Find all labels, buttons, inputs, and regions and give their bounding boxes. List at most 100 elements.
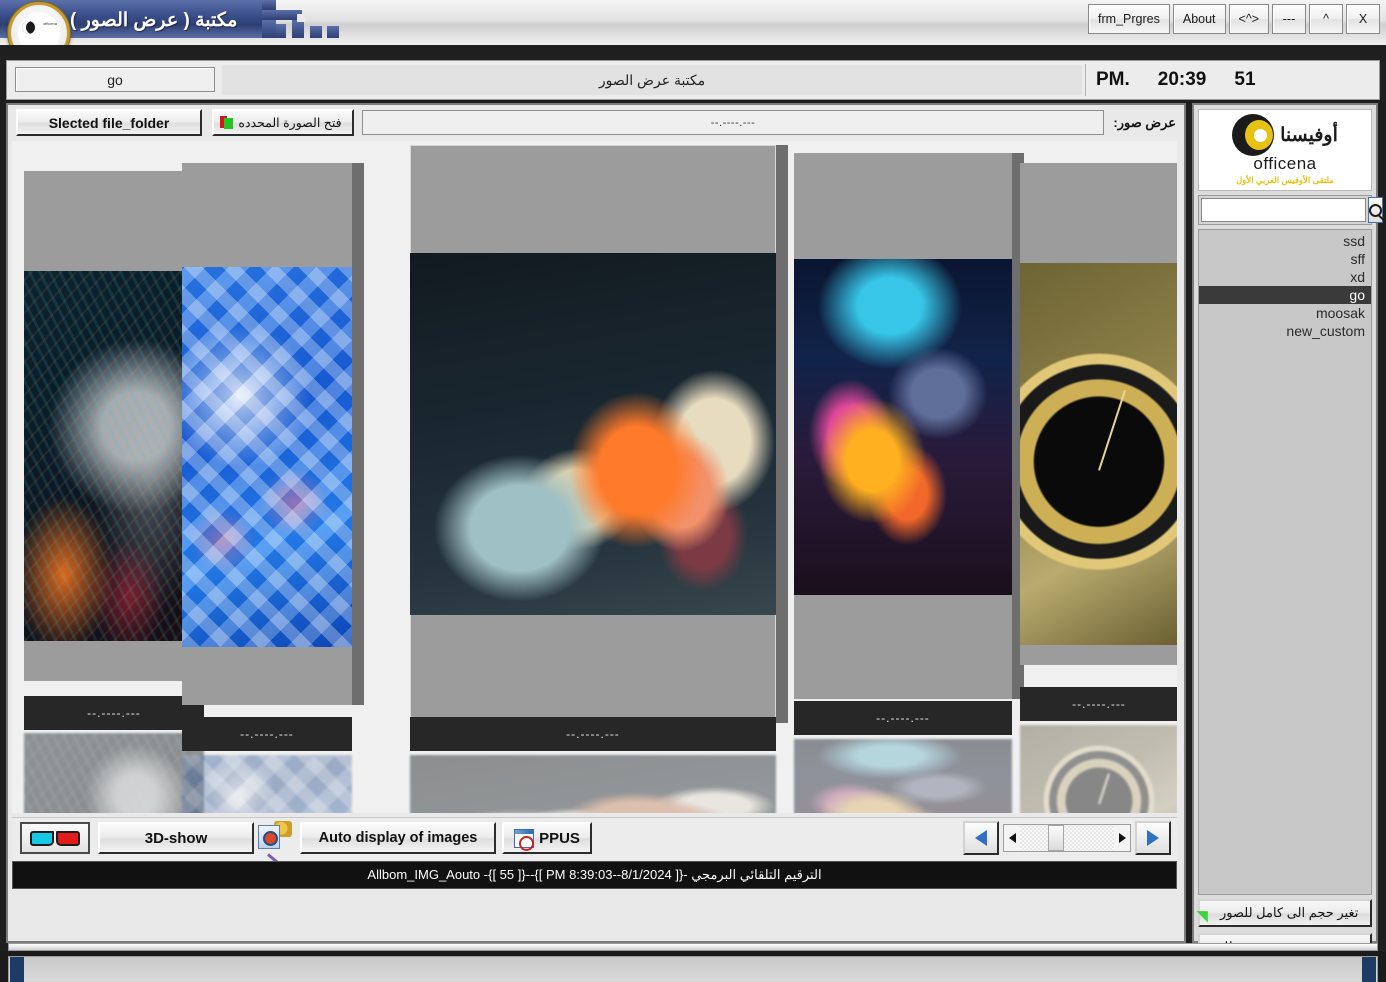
- list-item[interactable]: ssd: [1199, 232, 1371, 250]
- officena-tagline: ملتقى الأوفيس العربي الأول: [1236, 175, 1334, 185]
- close-button[interactable]: X: [1346, 4, 1380, 34]
- scroll-right-icon: [1118, 833, 1126, 843]
- card-reflection: [24, 733, 204, 813]
- sidebar: أوفيسنا officena ملتقى الأوفيس العربي ال…: [1192, 103, 1383, 982]
- clock-seconds: 51: [1234, 69, 1256, 90]
- 3d-glasses-icon[interactable]: [20, 822, 90, 854]
- resize-arrow-icon: [1200, 905, 1216, 921]
- magic-wand-icon[interactable]: [258, 821, 292, 868]
- officena-mark-icon: [1232, 114, 1275, 156]
- logo-row: أوفيسنا: [1232, 114, 1338, 156]
- title-bar-step: [262, 0, 276, 10]
- prev-arrow-icon: [975, 830, 987, 846]
- scroll-track[interactable]: [1020, 825, 1114, 851]
- title-bar-buttons: frm_Prgres About <^> --- ^ X: [1088, 4, 1380, 34]
- thumbnail-image[interactable]: [24, 271, 204, 641]
- next-arrow-icon: [1147, 830, 1159, 846]
- card-shadow: [352, 163, 364, 705]
- prev-button[interactable]: [963, 821, 999, 855]
- clock-time: 20:39: [1157, 69, 1207, 90]
- title-bar: officena مكتبة ( عرض الصور ) frm_Prgres …: [0, 0, 1386, 45]
- folder-list[interactable]: ssd sff xd go moosak new_custom: [1198, 229, 1372, 895]
- bottom-panel: [0, 951, 1386, 982]
- card-caption: --.----.---: [24, 696, 204, 730]
- search-input[interactable]: [1201, 198, 1366, 222]
- toolbar: Slected file_folder فتح الصورة المحدده -…: [12, 109, 1180, 139]
- status-text: الترقيم التلقائي البرمجي -{[ 8/1/2024--8…: [367, 867, 822, 882]
- 3d-show-button[interactable]: 3D-show: [98, 822, 254, 854]
- ppus-button[interactable]: PPUS: [502, 822, 592, 854]
- auto-display-button[interactable]: Auto display of images: [300, 822, 496, 854]
- title-bar-step: [297, 14, 305, 22]
- scroll-left-button[interactable]: [1004, 825, 1020, 851]
- scroll-thumb[interactable]: [1048, 825, 1064, 851]
- title-bar-step: [327, 26, 339, 38]
- restore-button[interactable]: <^>: [1228, 4, 1269, 34]
- card-reflection: [1020, 725, 1177, 813]
- frm-prgres-button[interactable]: frm_Prgres: [1088, 4, 1170, 34]
- list-item-selected[interactable]: go: [1199, 286, 1371, 304]
- thumbnail-image[interactable]: [410, 253, 776, 615]
- lens-right: [56, 830, 80, 846]
- search-bar: [1198, 195, 1383, 225]
- app-logo-inner: officena: [18, 12, 60, 45]
- list-item[interactable]: moosak: [1199, 304, 1371, 322]
- page-title: مكتبة عرض الصور: [222, 65, 1082, 95]
- card-caption: --.----.---: [182, 717, 352, 751]
- scroll-right-button[interactable]: [1114, 825, 1130, 851]
- open-image-label: فتح الصورة المحدده: [238, 116, 342, 130]
- go-display[interactable]: go: [15, 67, 215, 92]
- title-bar-step: [276, 24, 286, 38]
- scroll-left-icon: [1008, 833, 1016, 843]
- folder-open-icon: [220, 115, 234, 130]
- resize-full-button[interactable]: تغير حجم الى كامل للصور: [1198, 899, 1372, 927]
- card-caption: --.----.---: [410, 717, 776, 751]
- header-strip: go مكتبة عرض الصور PM. 20:39 51: [6, 60, 1380, 100]
- officena-english: officena: [1253, 154, 1317, 173]
- ppus-clock-icon: [514, 828, 535, 851]
- title-bar-step: [262, 20, 276, 38]
- card-caption: --.----.---: [794, 701, 1012, 735]
- card-reflection: [794, 739, 1012, 813]
- next-button[interactable]: [1135, 821, 1171, 855]
- status-bar: الترقيم التلقائي البرمجي -{[ 8/1/2024--8…: [12, 861, 1177, 889]
- officena-arabic: أوفيسنا: [1280, 124, 1338, 146]
- thumbnail-image[interactable]: [1020, 263, 1177, 645]
- gallery-scrollbar[interactable]: [1003, 824, 1131, 852]
- about-button[interactable]: About: [1172, 4, 1226, 34]
- image-gallery[interactable]: --.----.--- --.----.--- --.----.--- --.-…: [12, 141, 1177, 813]
- gallery-navigation: [963, 821, 1171, 855]
- card-reflection: [182, 755, 352, 813]
- search-icon: [1369, 203, 1382, 217]
- thumbnail-image[interactable]: [794, 259, 1012, 595]
- maximize-button[interactable]: ^: [1309, 4, 1343, 34]
- select-folder-button[interactable]: Slected file_folder: [16, 109, 202, 136]
- title-bar-step: [292, 20, 304, 38]
- list-item[interactable]: new_custom: [1199, 322, 1371, 340]
- main-panel: Slected file_folder فتح الصورة المحدده -…: [6, 103, 1186, 943]
- officena-logo: أوفيسنا officena ملتقى الأوفيس العربي ال…: [1198, 109, 1372, 191]
- bottom-toolbar: 3D-show Auto display of images PPUS: [12, 817, 1177, 868]
- card-caption: --.----.---: [1020, 687, 1177, 721]
- application-window: officena مكتبة ( عرض الصور ) frm_Prgres …: [0, 0, 1386, 982]
- bottom-accent-right: [1362, 957, 1376, 982]
- show-images-label: عرض صور:: [1113, 115, 1176, 130]
- card-shadow: [776, 145, 788, 723]
- resize-full-label: تغير حجم الى كامل للصور: [1220, 905, 1359, 920]
- preview-pane-icon: [258, 825, 280, 849]
- lens-left: [30, 830, 54, 846]
- app-logo-text: officena: [43, 21, 57, 26]
- bottom-panel-edge: [8, 943, 1378, 951]
- search-button[interactable]: [1368, 197, 1383, 223]
- path-display[interactable]: --.----.---: [362, 110, 1104, 135]
- list-item[interactable]: xd: [1199, 268, 1371, 286]
- clock-meridiem: PM.: [1096, 69, 1130, 90]
- bottom-panel-inner: [8, 956, 1378, 982]
- list-item[interactable]: sff: [1199, 250, 1371, 268]
- minimize-button[interactable]: ---: [1272, 4, 1306, 34]
- open-selected-image-button[interactable]: فتح الصورة المحدده: [212, 109, 354, 136]
- thumbnail-image[interactable]: [182, 267, 352, 647]
- title-bar-step: [310, 26, 322, 38]
- card-reflection: [410, 755, 776, 813]
- bottom-accent-left: [10, 957, 24, 982]
